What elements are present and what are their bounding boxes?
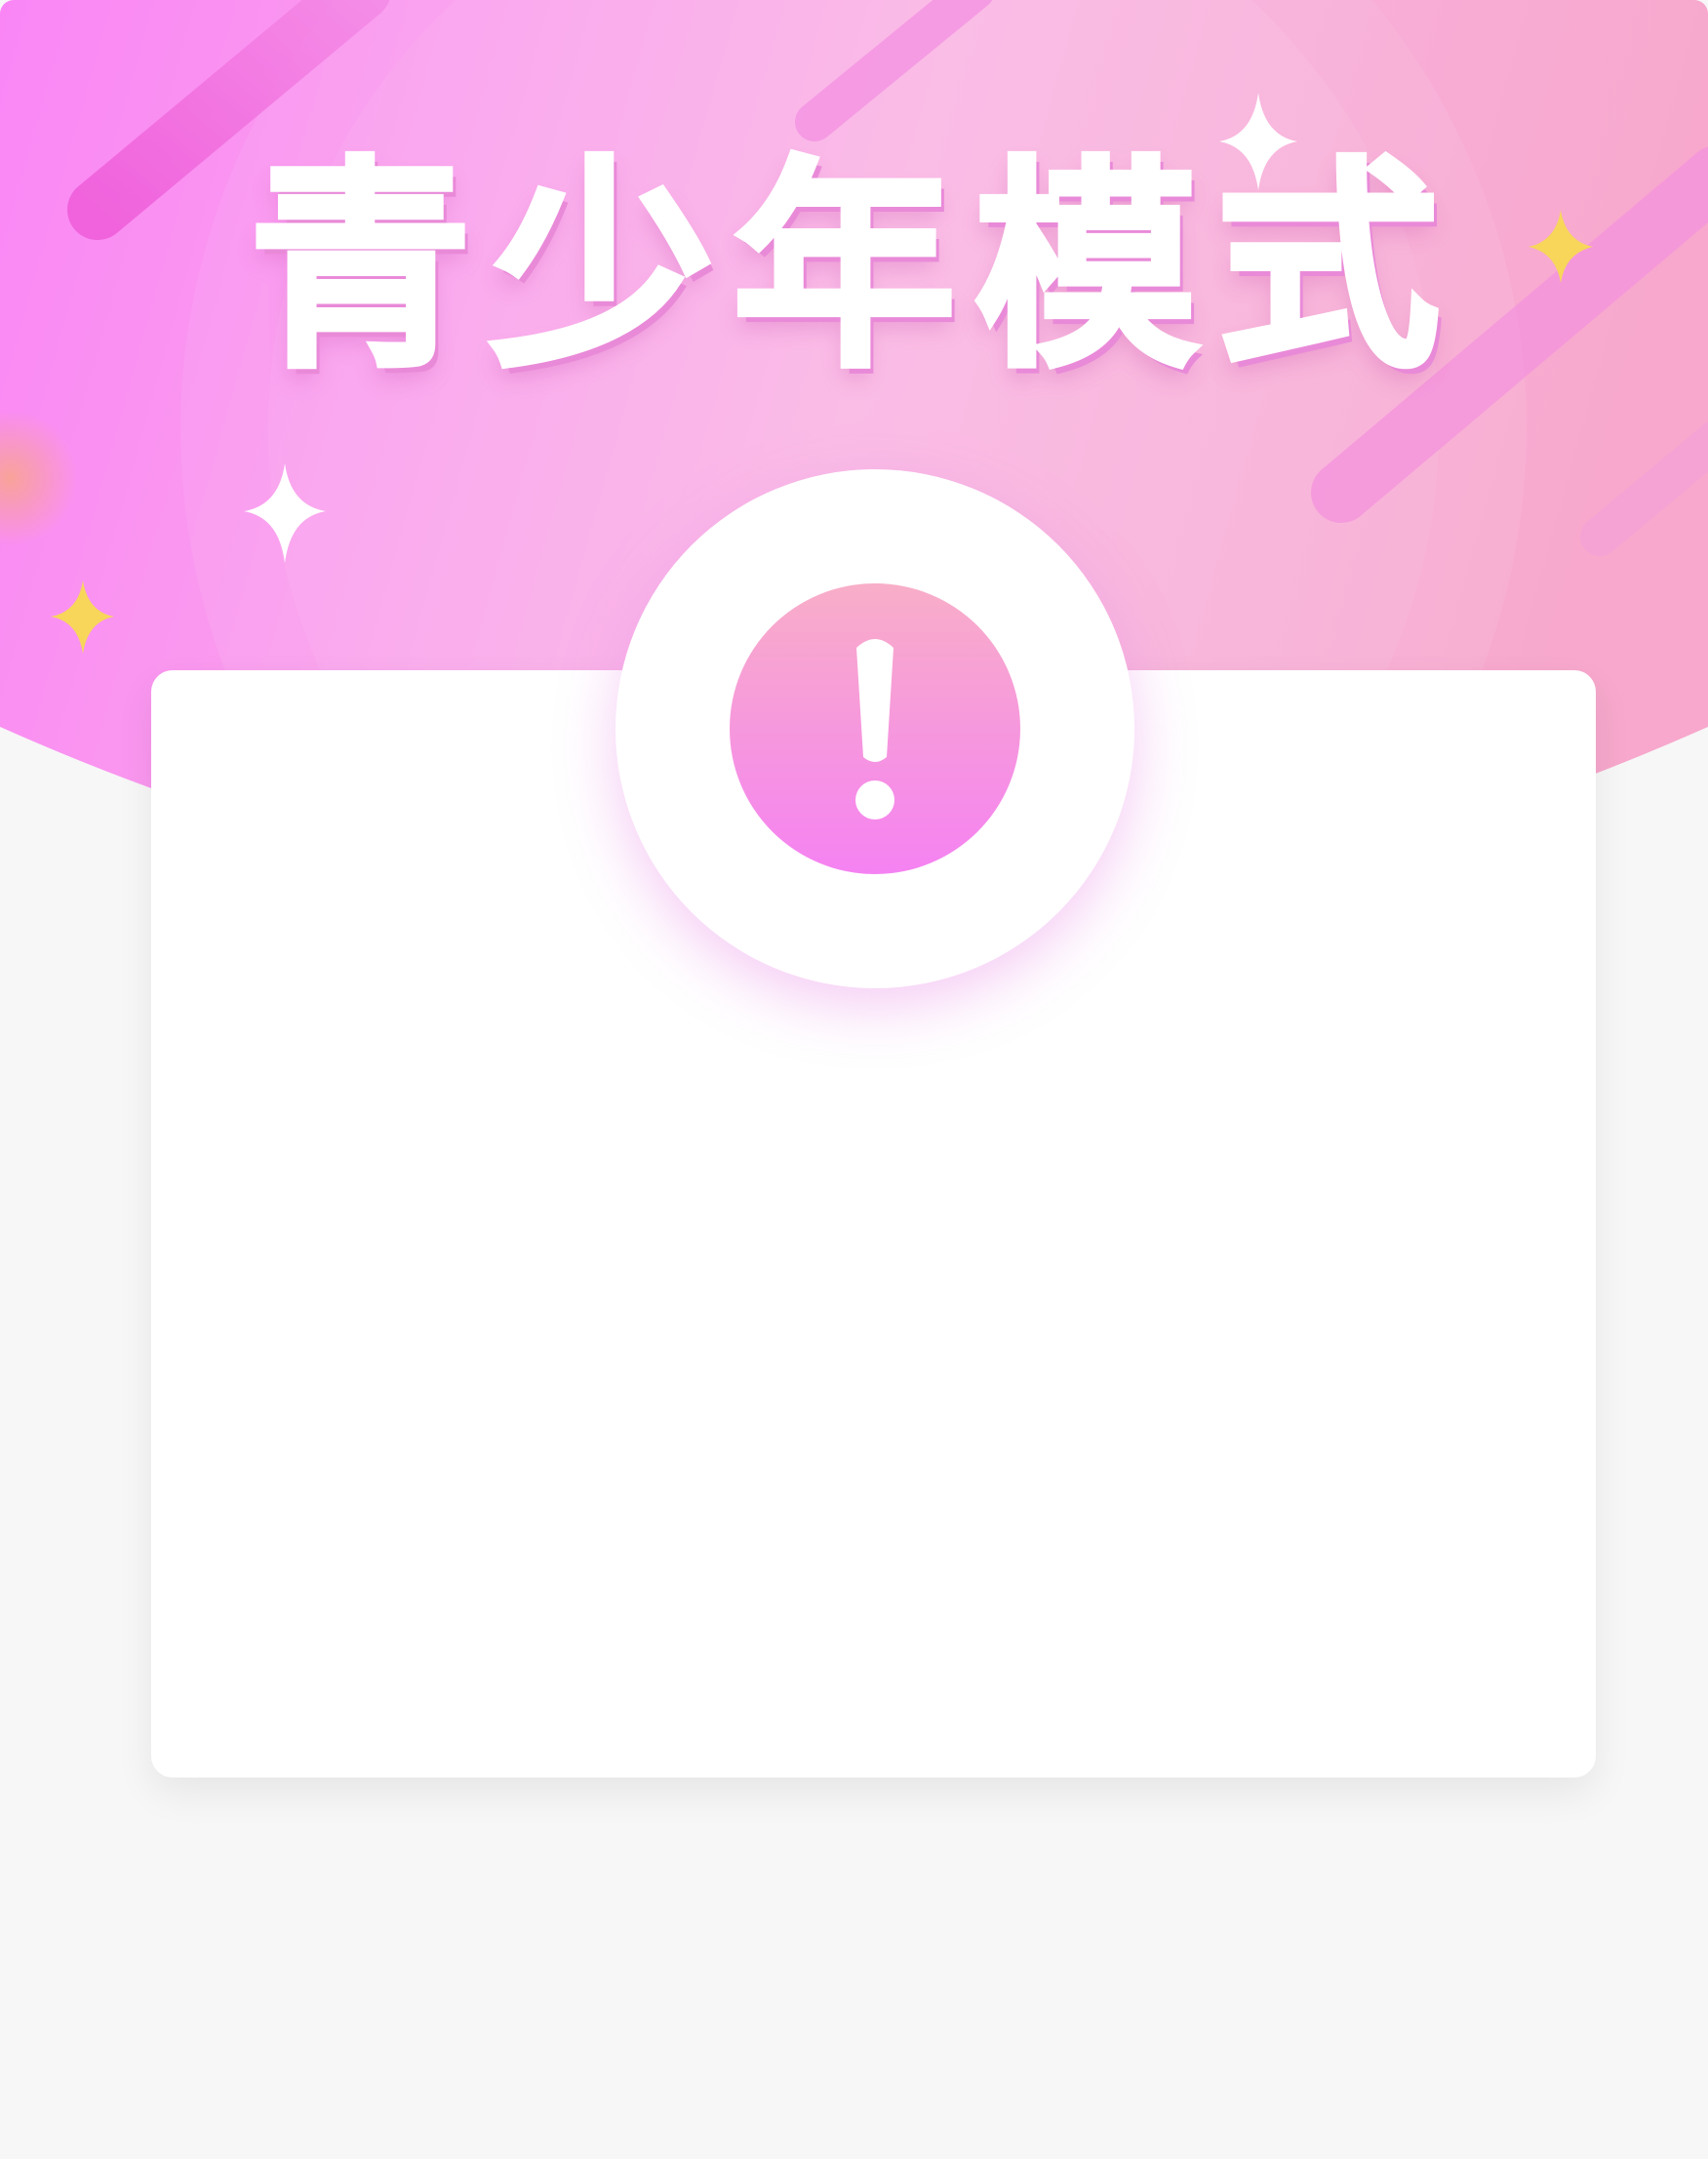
exclamation-icon (855, 639, 894, 820)
alert-badge (616, 469, 1134, 988)
page-title: 青少年模式 (247, 138, 1459, 397)
alert-disc (730, 583, 1020, 874)
teen-mode-page: 青少年模式 (0, 0, 1708, 2159)
